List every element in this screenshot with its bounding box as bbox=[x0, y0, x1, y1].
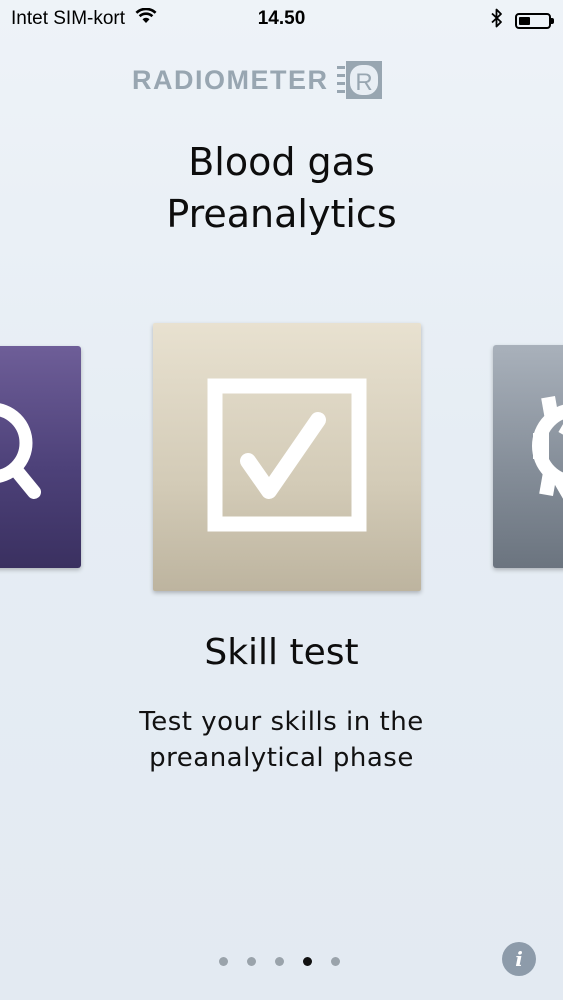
page-indicator[interactable] bbox=[219, 957, 340, 966]
page-dot[interactable] bbox=[219, 957, 228, 966]
status-bar: Intet SIM-kort 14.50 bbox=[0, 0, 563, 40]
item-title: Skill test bbox=[204, 632, 359, 673]
app-title-line2: Preanalytics bbox=[166, 192, 397, 236]
item-description-line1: Test your skills in the bbox=[139, 707, 424, 737]
carousel-card-search[interactable] bbox=[0, 346, 81, 568]
carousel-card-skill-test[interactable] bbox=[153, 323, 421, 591]
logo-mark-letter: R bbox=[355, 69, 372, 96]
logo-text: RADIOMETER bbox=[132, 64, 329, 95]
app-title: Blood gas Preanalytics bbox=[0, 136, 563, 240]
carousel-card-settings[interactable] bbox=[493, 345, 563, 568]
page-dot[interactable] bbox=[247, 957, 256, 966]
gear-icon bbox=[532, 395, 563, 504]
app-title-line1: Blood gas bbox=[188, 140, 375, 184]
page-dot[interactable] bbox=[303, 957, 312, 966]
item-description-line2: preanalytical phase bbox=[149, 743, 414, 773]
bluetooth-icon bbox=[491, 8, 503, 34]
page-dot[interactable] bbox=[275, 957, 284, 966]
battery-fill bbox=[519, 17, 530, 25]
page-dot[interactable] bbox=[331, 957, 340, 966]
checkbox-checked-icon bbox=[207, 378, 367, 532]
status-time: 14.50 bbox=[257, 8, 306, 29]
logo-mark-icon: R bbox=[336, 61, 382, 99]
item-description: Test your skills in the preanalytical ph… bbox=[0, 704, 563, 776]
magnifier-icon bbox=[0, 403, 41, 499]
radiometer-logo: RADIOMETER R bbox=[132, 60, 383, 100]
status-right bbox=[491, 8, 554, 34]
battery-icon bbox=[515, 13, 554, 29]
info-button[interactable]: i bbox=[502, 942, 536, 976]
